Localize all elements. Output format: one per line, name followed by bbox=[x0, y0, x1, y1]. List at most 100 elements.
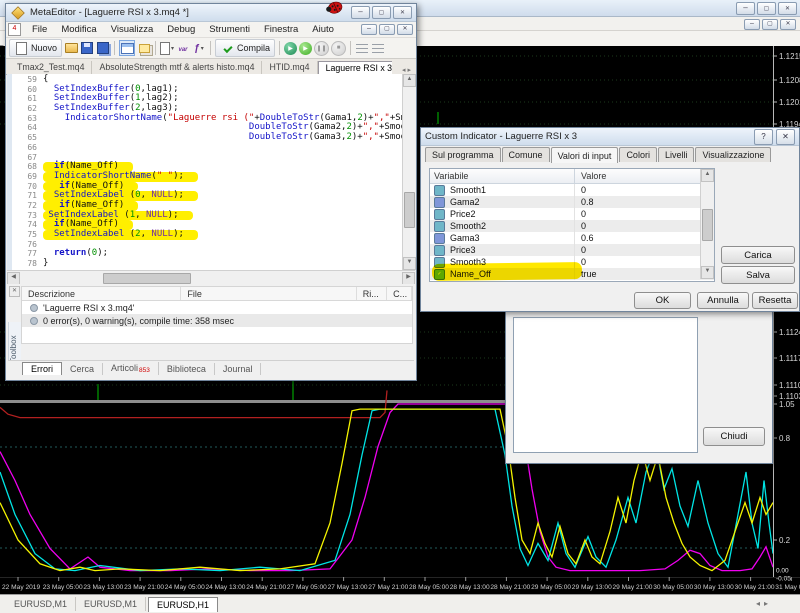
dialog-tab[interactable]: Visualizzazione bbox=[695, 147, 771, 162]
input-row-price3[interactable]: Price30 bbox=[430, 244, 714, 256]
value-cell[interactable]: 0 bbox=[575, 221, 586, 231]
inputs-table[interactable]: Variabile Valore Smooth10Gama20.8Price20… bbox=[429, 168, 715, 282]
ok-button[interactable]: OK bbox=[634, 292, 691, 309]
chart-restore-button[interactable] bbox=[762, 19, 778, 30]
file-tab[interactable]: Laguerre RSI x 3.mq4 * bbox=[318, 61, 392, 74]
symbol-tab[interactable]: EURUSD,H1 bbox=[148, 597, 218, 612]
input-row-gama3[interactable]: Gama3 0.6 bbox=[430, 232, 714, 244]
cancel-button[interactable]: Annulla bbox=[697, 292, 749, 309]
step-list-icon[interactable] bbox=[355, 41, 369, 55]
code-token: if bbox=[54, 161, 65, 171]
run-icon[interactable]: ▶ bbox=[299, 42, 312, 55]
terminal-maximize-button[interactable] bbox=[757, 2, 776, 15]
menu-item-strumenti[interactable]: Strumenti bbox=[202, 23, 257, 36]
doc-close-button[interactable] bbox=[397, 24, 413, 35]
chart-close-button[interactable] bbox=[780, 19, 796, 30]
output-message: 'Laguerre RSI x 3.mq4' bbox=[43, 303, 134, 313]
input-row-smooth1[interactable]: Smooth10 bbox=[430, 184, 714, 196]
doc-restore-button[interactable] bbox=[379, 24, 395, 35]
terminal-close-button[interactable] bbox=[778, 2, 797, 15]
help-icon[interactable]: ? bbox=[754, 129, 773, 145]
dialog-tab[interactable]: Livelli bbox=[658, 147, 695, 162]
save-icon[interactable] bbox=[80, 41, 94, 55]
output-tab-label: Errori bbox=[31, 364, 53, 374]
save-all-icon[interactable] bbox=[96, 41, 110, 55]
code-editor[interactable]: 59{60 SetIndexBuffer(0,lag1);61 SetIndex… bbox=[7, 74, 402, 270]
value-cell[interactable]: 0 bbox=[575, 209, 586, 219]
input-row-gama2[interactable]: Gama20.8 bbox=[430, 196, 714, 208]
value-cell[interactable]: 0 bbox=[575, 245, 586, 255]
dbl-type-icon bbox=[434, 197, 445, 208]
value-cell[interactable]: 0.8 bbox=[575, 197, 594, 207]
metaeditor-title-bar[interactable]: MetaEditor - [Laguerre RSI x 3.mq4 *] bbox=[6, 4, 416, 22]
menu-item-file[interactable]: File bbox=[25, 23, 54, 36]
terminal-minimize-button[interactable] bbox=[736, 2, 755, 15]
popup-list-area[interactable] bbox=[513, 317, 698, 453]
chart-minimize-button[interactable] bbox=[744, 19, 760, 30]
code-token: return bbox=[54, 248, 87, 258]
cascade-windows-icon[interactable] bbox=[137, 41, 151, 55]
pause-icon[interactable]: ❚❚ bbox=[314, 41, 329, 56]
table-scrollbar[interactable]: ▲ ▼ bbox=[700, 169, 714, 279]
editor-restore-button[interactable] bbox=[372, 6, 391, 19]
menu-item-debug[interactable]: Debug bbox=[160, 23, 202, 36]
line-number: 76 bbox=[13, 240, 43, 250]
output-row[interactable]: 0 error(s), 0 warning(s), compile time: … bbox=[22, 314, 412, 327]
dialog-tab[interactable]: Sul programma bbox=[425, 147, 501, 162]
variable-name: Gama3 bbox=[450, 233, 480, 243]
menu-item-modifica[interactable]: Modifica bbox=[54, 23, 103, 36]
value-cell[interactable]: 0.6 bbox=[575, 233, 594, 243]
code-vertical-scrollbar[interactable]: ▲ ▼ bbox=[402, 74, 416, 270]
tab-scroll-arrows[interactable]: ◂▸ bbox=[756, 599, 772, 608]
close-popup-button[interactable]: Chiudi bbox=[703, 427, 765, 446]
value-cell[interactable]: 0 bbox=[575, 185, 586, 195]
var-watch-icon[interactable] bbox=[176, 41, 190, 55]
new-file-button[interactable]: Nuovo bbox=[9, 39, 62, 57]
output-tab-cerca[interactable]: Cerca bbox=[62, 363, 103, 375]
code-horizontal-scrollbar[interactable]: ◀ ▶ bbox=[7, 270, 415, 284]
editor-close-button[interactable] bbox=[393, 6, 412, 19]
file-tab[interactable]: AbsoluteStrength mtf & alerts histo.mq4 bbox=[92, 61, 262, 74]
load-button[interactable]: Carica bbox=[721, 246, 795, 264]
dialog-tab[interactable]: Colori bbox=[619, 147, 657, 162]
symbol-tab[interactable]: EURUSD,M1 bbox=[76, 597, 146, 611]
svg-text:0.8: 0.8 bbox=[779, 434, 791, 443]
file-tab[interactable]: HTID.mq4 bbox=[262, 61, 317, 74]
symbol-tab[interactable]: EURUSD,M1 bbox=[6, 597, 76, 611]
input-row-price2[interactable]: Price20 bbox=[430, 208, 714, 220]
int-type-icon bbox=[434, 221, 445, 232]
code-token: ); bbox=[168, 84, 179, 94]
output-tab-errori[interactable]: Errori bbox=[22, 362, 62, 375]
menu-item-aiuto[interactable]: Aiuto bbox=[305, 23, 341, 36]
code-token: Name_Off bbox=[70, 219, 113, 229]
doc-minimize-button[interactable] bbox=[361, 24, 377, 35]
dialog-tab[interactable]: Valori di input bbox=[551, 147, 619, 163]
compile-button[interactable]: Compila bbox=[215, 39, 275, 57]
dialog-close-icon[interactable]: ✕ bbox=[776, 129, 795, 145]
output-close-icon[interactable]: ✕ bbox=[9, 286, 20, 297]
start-debug-icon[interactable]: ▶ bbox=[284, 42, 297, 55]
output-tab-biblioteca[interactable]: Biblioteca bbox=[159, 363, 215, 375]
code-token: ) bbox=[113, 161, 118, 171]
output-row[interactable]: 'Laguerre RSI x 3.mq4' bbox=[22, 301, 412, 314]
file-tab[interactable]: Tmax2_Test.mq4 bbox=[10, 61, 92, 74]
window-layout-icon[interactable] bbox=[119, 40, 135, 56]
reset-button[interactable]: Resetta bbox=[752, 292, 798, 309]
save-button[interactable]: Salva bbox=[721, 266, 795, 284]
open-folder-icon[interactable] bbox=[64, 41, 78, 55]
dialog-tab[interactable]: Comune bbox=[502, 147, 550, 162]
output-tab-journal[interactable]: Journal bbox=[215, 363, 262, 375]
menu-item-finestra[interactable]: Finestra bbox=[257, 23, 305, 36]
call-stack-icon[interactable] bbox=[371, 41, 385, 55]
menu-item-visualizza[interactable]: Visualizza bbox=[104, 23, 161, 36]
function-list-icon[interactable] bbox=[192, 41, 206, 55]
dbl-type-icon bbox=[434, 233, 445, 244]
file-tab-scroll-arrows[interactable]: ◂▸ bbox=[399, 66, 416, 74]
editor-minimize-button[interactable] bbox=[351, 6, 370, 19]
screen: 1.121551.120851.120151.119451.112451.111… bbox=[0, 0, 800, 613]
output-tab-articoli[interactable]: Articoli853 bbox=[103, 362, 159, 375]
templates-icon[interactable] bbox=[160, 41, 174, 55]
dialog-title-bar[interactable]: Custom Indicator - Laguerre RSI x 3 ? ✕ bbox=[421, 128, 799, 146]
input-row-smooth2[interactable]: Smooth20 bbox=[430, 220, 714, 232]
stop-icon[interactable]: ■ bbox=[331, 41, 346, 56]
